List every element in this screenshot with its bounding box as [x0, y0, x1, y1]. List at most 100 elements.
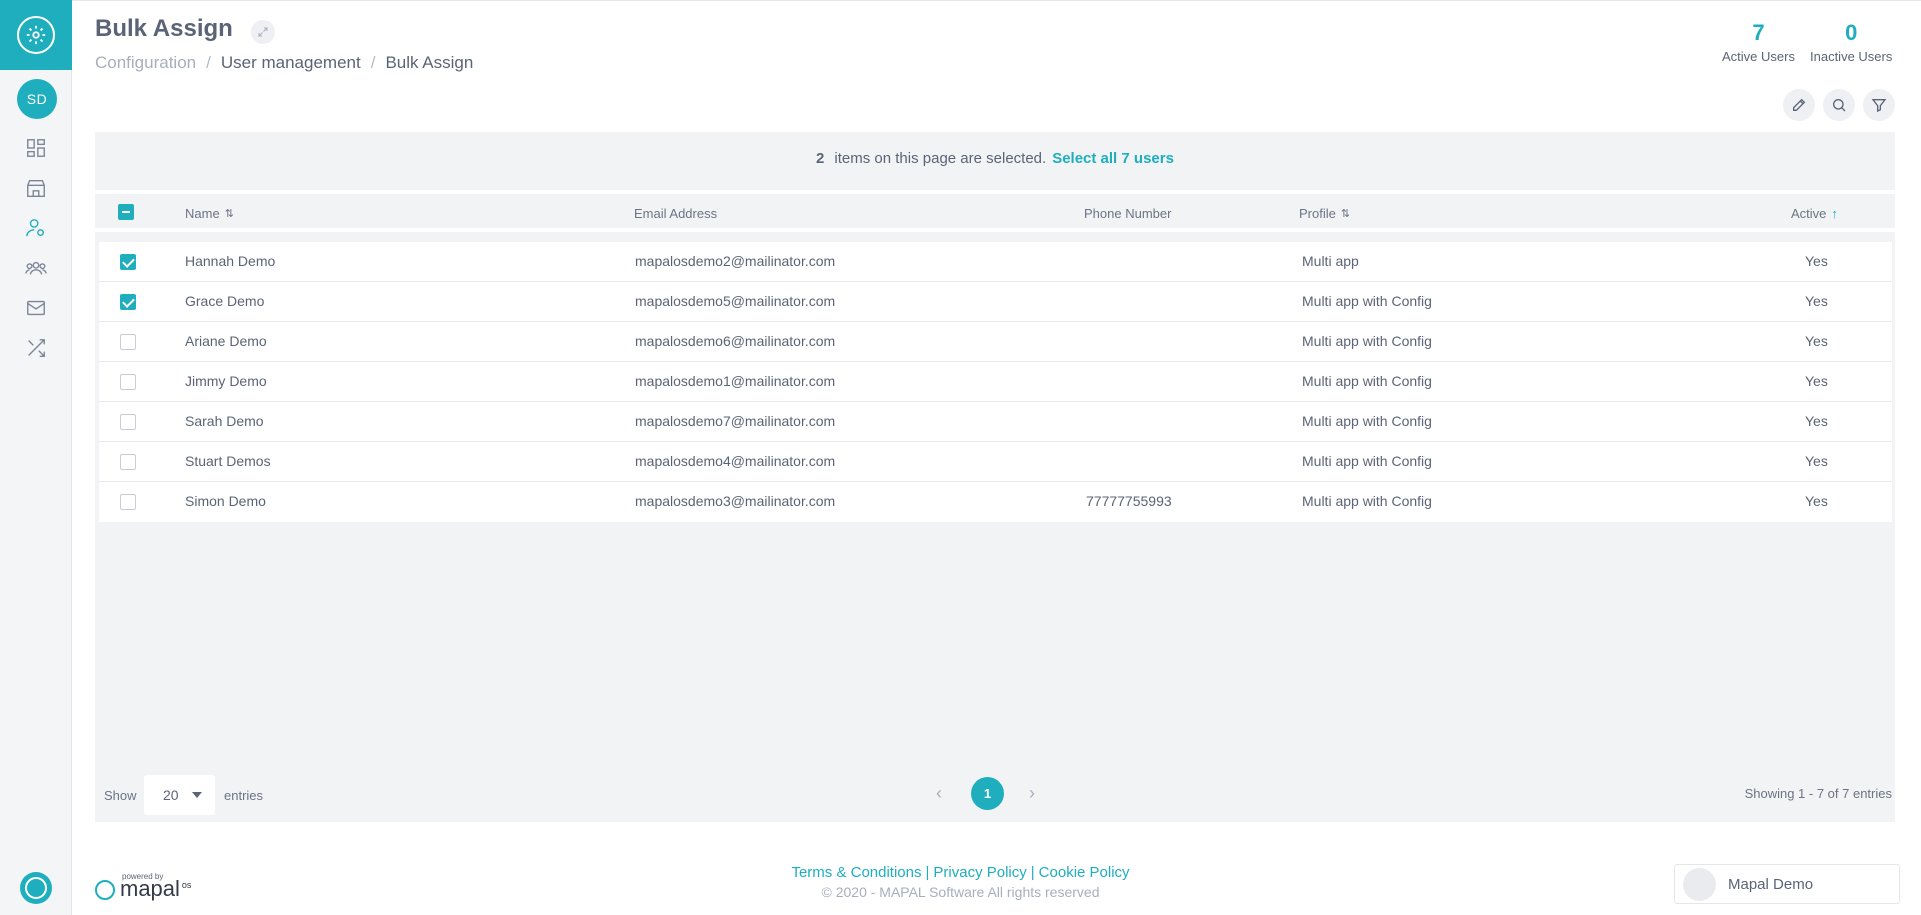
sidebar-item-teams[interactable] [22, 254, 50, 282]
team-icon [25, 261, 47, 275]
copyright: © 2020 - MAPAL Software All rights reser… [821, 884, 1100, 900]
user-profile: Multi app with Config [1302, 413, 1432, 429]
sort-ascending-icon: ↑ [1831, 206, 1838, 221]
user-email: mapalosdemo7@mailinator.com [635, 413, 836, 429]
column-email-label: Email Address [634, 206, 718, 221]
table-header: Name ⇅ Email Address Phone Number Profil… [95, 190, 1895, 232]
dashboard-icon [27, 139, 45, 157]
user-name: Grace Demo [185, 293, 265, 309]
column-phone-label: Phone Number [1084, 206, 1172, 221]
next-page-button[interactable]: › [1029, 783, 1035, 804]
selection-text: items on this page are selected. [834, 149, 1047, 167]
user-active: Yes [1805, 453, 1828, 469]
column-active-label: Active [1791, 206, 1827, 221]
column-profile[interactable]: Profile ⇅ [1299, 206, 1350, 221]
selected-count: 2 [816, 149, 825, 167]
table-row[interactable]: Simon Demo mapalosdemo3@mailinator.com 7… [99, 482, 1892, 522]
edit-button[interactable] [1783, 89, 1815, 121]
search-button[interactable] [1823, 89, 1855, 121]
user-name: Stuart Demos [185, 453, 271, 469]
user-profile: Multi app with Config [1302, 293, 1432, 309]
user-avatar-icon [1683, 867, 1716, 901]
settings-gear-icon [26, 25, 46, 45]
table-row[interactable]: Stuart Demos mapalosdemo4@mailinator.com… [99, 442, 1892, 482]
expand-button[interactable] [251, 20, 275, 44]
user-email: mapalosdemo3@mailinator.com [635, 493, 836, 509]
user-avatar[interactable]: SD [17, 79, 57, 119]
page-1-button[interactable]: 1 [971, 777, 1004, 810]
user-active: Yes [1805, 253, 1828, 269]
user-email: mapalosdemo2@mailinator.com [635, 253, 836, 269]
sort-icon: ⇅ [224, 208, 234, 220]
entries-label: entries [224, 788, 264, 803]
top-divider [72, 0, 1921, 5]
sidebar: SD [0, 0, 72, 915]
breadcrumb-configuration[interactable]: Configuration [95, 53, 196, 73]
sidebar-item-user-management[interactable] [22, 214, 50, 242]
user-profile: Multi app [1302, 253, 1359, 269]
user-email: mapalosdemo1@mailinator.com [635, 373, 836, 389]
filter-icon [1871, 99, 1887, 113]
sidebar-item-dashboard[interactable] [22, 134, 50, 162]
chevron-down-icon [192, 792, 202, 798]
row-checkbox[interactable] [120, 334, 136, 350]
select-all-link[interactable]: Select all 7 users [1052, 150, 1174, 167]
user-active: Yes [1805, 413, 1828, 429]
row-checkbox[interactable] [120, 374, 136, 390]
active-users-stat[interactable]: 7 Active Users [1722, 20, 1795, 64]
table-row[interactable]: Ariane Demo mapalosdemo6@mailinator.com … [99, 322, 1892, 362]
table-body: Hannah Demo mapalosdemo2@mailinator.com … [99, 242, 1892, 522]
column-name[interactable]: Name ⇅ [185, 206, 234, 221]
shuffle-icon [28, 339, 45, 357]
users-table-panel: 2 items on this page are selected. Selec… [95, 132, 1895, 822]
edit-icon [1793, 98, 1806, 111]
inactive-users-stat[interactable]: 0 Inactive Users [1810, 20, 1892, 64]
show-label: Show [104, 788, 137, 803]
page-size-value: 20 [163, 787, 179, 803]
previous-page-button[interactable]: ‹ [936, 783, 942, 804]
user-settings-icon [26, 219, 45, 237]
select-all-checkbox[interactable] [118, 204, 134, 220]
breadcrumb-bulk-assign: Bulk Assign [385, 53, 474, 72]
sidebar-item-shuffle[interactable] [22, 334, 50, 362]
row-checkbox[interactable] [120, 454, 136, 470]
user-profile: Multi app with Config [1302, 333, 1432, 349]
showing-entries-text: Showing 1 - 7 of 7 entries [1744, 786, 1892, 801]
user-email: mapalosdemo6@mailinator.com [635, 333, 836, 349]
user-profile: Multi app with Config [1302, 493, 1432, 509]
user-email: mapalosdemo5@mailinator.com [635, 293, 836, 309]
column-active[interactable]: Active ↑ [1791, 206, 1838, 221]
user-name: Hannah Demo [185, 253, 276, 269]
row-checkbox[interactable] [120, 494, 136, 510]
terms-link[interactable]: Terms & Conditions [791, 864, 921, 881]
table-row[interactable]: Sarah Demo mapalosdemo7@mailinator.com M… [99, 402, 1892, 442]
table-row[interactable]: Grace Demo mapalosdemo5@mailinator.com M… [99, 282, 1892, 322]
page-size-select[interactable]: 20 [144, 775, 215, 815]
user-email: mapalosdemo4@mailinator.com [635, 453, 836, 469]
sidebar-item-mail[interactable] [22, 294, 50, 322]
pagination-bar: Show 20 entries ‹ 1 › Showing 1 - 7 of 7… [95, 775, 1895, 819]
store-icon [27, 179, 45, 197]
privacy-link[interactable]: Privacy Policy [933, 864, 1026, 881]
user-active: Yes [1805, 293, 1828, 309]
user-profile: Multi app with Config [1302, 453, 1432, 469]
active-users-count: 7 [1752, 20, 1765, 45]
footer-links: Terms & Conditions | Privacy Policy | Cookie… [791, 864, 1130, 881]
user-name: Ariane Demo [185, 333, 267, 349]
column-email: Email Address [634, 206, 717, 221]
table-row[interactable]: Hannah Demo mapalosdemo2@mailinator.com … [99, 242, 1892, 282]
current-user-chip[interactable]: Mapal Demo [1674, 864, 1900, 904]
row-checkbox[interactable] [120, 254, 136, 270]
filter-button[interactable] [1863, 89, 1895, 121]
cookie-link[interactable]: Cookie Policy [1039, 864, 1130, 881]
row-checkbox[interactable] [120, 294, 136, 310]
expand-icon [258, 27, 268, 37]
table-row[interactable]: Jimmy Demo mapalosdemo1@mailinator.com M… [99, 362, 1892, 402]
breadcrumb-user-management[interactable]: User management [221, 53, 361, 73]
sidebar-item-stores[interactable] [22, 174, 50, 202]
active-users-label: Active Users [1722, 49, 1795, 64]
column-profile-label: Profile [1299, 206, 1336, 221]
breadcrumb-separator: / [206, 53, 211, 72]
app-logo[interactable] [0, 0, 72, 70]
row-checkbox[interactable] [120, 414, 136, 430]
